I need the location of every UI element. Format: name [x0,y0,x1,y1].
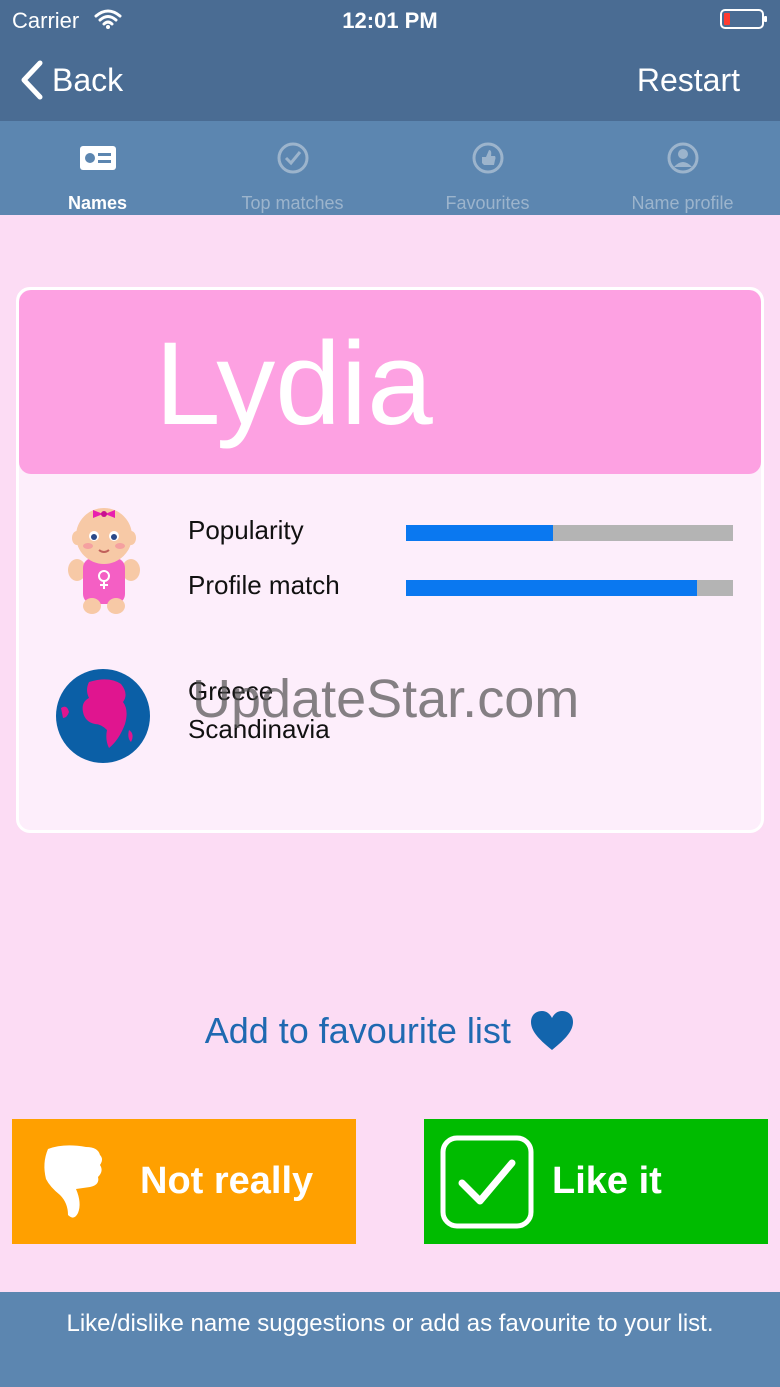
globe-icon [56,669,150,763]
like-it-label: Like it [552,1160,662,1202]
profile-match-label: Profile match [188,570,340,600]
add-to-favourites-button[interactable]: Add to favourite list [0,1010,780,1052]
thumbs-down-icon [44,1145,102,1218]
back-button[interactable]: Back [20,58,123,102]
tab-name-profile[interactable]: Name profile [585,121,780,215]
status-bar: Carrier 12:01 PM [0,0,780,40]
popularity-bar-fill [406,525,554,541]
tab-bar: Names Top matches Favourites Name profil… [0,121,780,215]
baby-girl-icon [68,508,140,614]
tab-top-matches[interactable]: Top matches [195,121,390,215]
tab-label: Names [67,193,128,213]
profile-match-bar-fill [406,580,698,596]
popularity-label: Popularity [188,515,304,545]
name-card: Lydia Popularity Profile match Greece Sc… [16,287,764,833]
like-it-button[interactable]: Like it [424,1119,768,1244]
tab-label: Top matches [241,193,344,213]
id-card-icon [79,146,116,170]
tab-label: Favourites [445,193,530,213]
checkmark-circle-icon [277,142,308,174]
name-header: Lydia [19,290,761,474]
tab-label: Name profile [631,193,734,213]
checkbox-checked-icon [440,1135,534,1229]
popularity-bar [406,525,733,541]
tab-names[interactable]: Names [0,121,195,215]
not-really-label: Not really [140,1160,314,1202]
heart-icon [531,1011,574,1050]
clock: 12:01 PM [342,8,438,33]
chevron-left-icon [21,60,43,100]
watermark: UpdateStar.com [192,669,580,729]
suggested-name: Lydia [155,318,433,450]
add-to-favourites-label: Add to favourite list [204,1010,511,1051]
thumb-circle-icon [472,142,503,174]
restart-button[interactable]: Restart [637,62,740,99]
not-really-button[interactable]: Not really [12,1119,356,1244]
profile-match-bar [406,580,733,596]
tab-favourites[interactable]: Favourites [390,121,585,215]
back-label: Back [52,61,124,98]
battery-icon [720,8,768,30]
person-circle-icon [667,142,698,174]
navigation-bar: Back Restart [0,40,780,121]
footer-hint: Like/dislike name suggestions or add as … [0,1292,780,1387]
